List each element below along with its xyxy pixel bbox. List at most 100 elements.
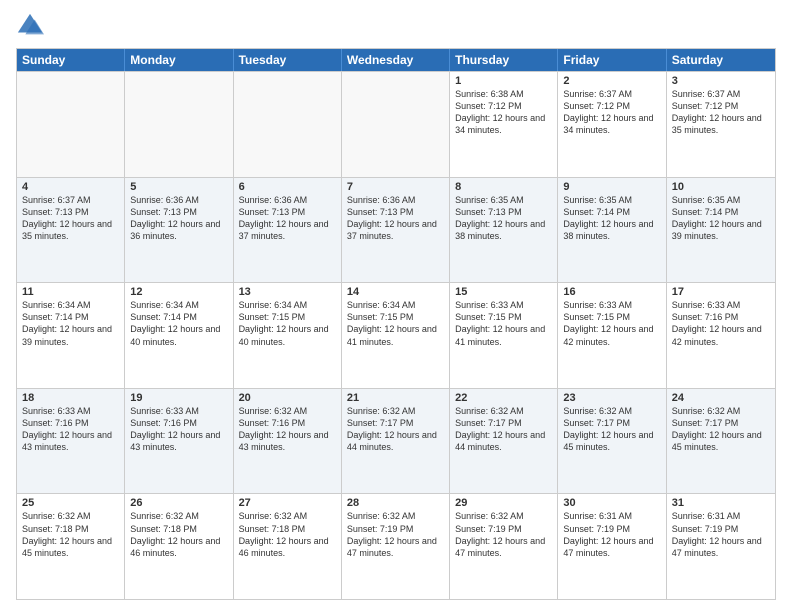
day-cell-12: 12Sunrise: 6:34 AMSunset: 7:14 PMDayligh… — [125, 283, 233, 388]
calendar-body: 1Sunrise: 6:38 AMSunset: 7:12 PMDaylight… — [17, 71, 775, 599]
day-cell-29: 29Sunrise: 6:32 AMSunset: 7:19 PMDayligh… — [450, 494, 558, 599]
day-cell-19: 19Sunrise: 6:33 AMSunset: 7:16 PMDayligh… — [125, 389, 233, 494]
day-info: Sunrise: 6:37 AMSunset: 7:13 PMDaylight:… — [22, 194, 119, 243]
day-cell-13: 13Sunrise: 6:34 AMSunset: 7:15 PMDayligh… — [234, 283, 342, 388]
day-cell-1: 1Sunrise: 6:38 AMSunset: 7:12 PMDaylight… — [450, 72, 558, 177]
day-cell-15: 15Sunrise: 6:33 AMSunset: 7:15 PMDayligh… — [450, 283, 558, 388]
header-day-saturday: Saturday — [667, 49, 775, 71]
day-number: 27 — [239, 497, 336, 509]
day-cell-26: 26Sunrise: 6:32 AMSunset: 7:18 PMDayligh… — [125, 494, 233, 599]
day-cell-30: 30Sunrise: 6:31 AMSunset: 7:19 PMDayligh… — [558, 494, 666, 599]
day-cell-23: 23Sunrise: 6:32 AMSunset: 7:17 PMDayligh… — [558, 389, 666, 494]
day-info: Sunrise: 6:34 AMSunset: 7:15 PMDaylight:… — [239, 299, 336, 348]
day-info: Sunrise: 6:37 AMSunset: 7:12 PMDaylight:… — [672, 88, 770, 137]
day-cell-28: 28Sunrise: 6:32 AMSunset: 7:19 PMDayligh… — [342, 494, 450, 599]
day-number: 20 — [239, 392, 336, 404]
day-cell-31: 31Sunrise: 6:31 AMSunset: 7:19 PMDayligh… — [667, 494, 775, 599]
day-info: Sunrise: 6:36 AMSunset: 7:13 PMDaylight:… — [130, 194, 227, 243]
day-info: Sunrise: 6:32 AMSunset: 7:17 PMDaylight:… — [455, 405, 552, 454]
header-day-sunday: Sunday — [17, 49, 125, 71]
day-info: Sunrise: 6:33 AMSunset: 7:15 PMDaylight:… — [455, 299, 552, 348]
day-info: Sunrise: 6:32 AMSunset: 7:19 PMDaylight:… — [455, 510, 552, 559]
day-info: Sunrise: 6:35 AMSunset: 7:13 PMDaylight:… — [455, 194, 552, 243]
day-number: 8 — [455, 181, 552, 193]
day-info: Sunrise: 6:34 AMSunset: 7:14 PMDaylight:… — [130, 299, 227, 348]
calendar-row-2: 11Sunrise: 6:34 AMSunset: 7:14 PMDayligh… — [17, 282, 775, 388]
day-cell-25: 25Sunrise: 6:32 AMSunset: 7:18 PMDayligh… — [17, 494, 125, 599]
day-number: 24 — [672, 392, 770, 404]
day-cell-6: 6Sunrise: 6:36 AMSunset: 7:13 PMDaylight… — [234, 178, 342, 283]
empty-cell — [342, 72, 450, 177]
day-number: 25 — [22, 497, 119, 509]
logo-icon — [16, 12, 44, 40]
empty-cell — [125, 72, 233, 177]
day-cell-8: 8Sunrise: 6:35 AMSunset: 7:13 PMDaylight… — [450, 178, 558, 283]
day-number: 30 — [563, 497, 660, 509]
day-info: Sunrise: 6:35 AMSunset: 7:14 PMDaylight:… — [672, 194, 770, 243]
day-info: Sunrise: 6:31 AMSunset: 7:19 PMDaylight:… — [672, 510, 770, 559]
header-day-monday: Monday — [125, 49, 233, 71]
day-number: 31 — [672, 497, 770, 509]
day-number: 21 — [347, 392, 444, 404]
header — [16, 12, 776, 40]
day-info: Sunrise: 6:34 AMSunset: 7:15 PMDaylight:… — [347, 299, 444, 348]
day-info: Sunrise: 6:32 AMSunset: 7:17 PMDaylight:… — [347, 405, 444, 454]
calendar-row-0: 1Sunrise: 6:38 AMSunset: 7:12 PMDaylight… — [17, 71, 775, 177]
logo — [16, 12, 48, 40]
day-number: 17 — [672, 286, 770, 298]
day-cell-4: 4Sunrise: 6:37 AMSunset: 7:13 PMDaylight… — [17, 178, 125, 283]
day-info: Sunrise: 6:32 AMSunset: 7:18 PMDaylight:… — [130, 510, 227, 559]
day-info: Sunrise: 6:32 AMSunset: 7:19 PMDaylight:… — [347, 510, 444, 559]
day-number: 22 — [455, 392, 552, 404]
day-number: 18 — [22, 392, 119, 404]
calendar-row-3: 18Sunrise: 6:33 AMSunset: 7:16 PMDayligh… — [17, 388, 775, 494]
header-day-friday: Friday — [558, 49, 666, 71]
day-cell-9: 9Sunrise: 6:35 AMSunset: 7:14 PMDaylight… — [558, 178, 666, 283]
day-cell-24: 24Sunrise: 6:32 AMSunset: 7:17 PMDayligh… — [667, 389, 775, 494]
empty-cell — [234, 72, 342, 177]
day-info: Sunrise: 6:37 AMSunset: 7:12 PMDaylight:… — [563, 88, 660, 137]
day-cell-18: 18Sunrise: 6:33 AMSunset: 7:16 PMDayligh… — [17, 389, 125, 494]
day-info: Sunrise: 6:33 AMSunset: 7:16 PMDaylight:… — [672, 299, 770, 348]
day-cell-3: 3Sunrise: 6:37 AMSunset: 7:12 PMDaylight… — [667, 72, 775, 177]
calendar-header: SundayMondayTuesdayWednesdayThursdayFrid… — [17, 49, 775, 71]
day-number: 2 — [563, 75, 660, 87]
day-number: 10 — [672, 181, 770, 193]
day-cell-16: 16Sunrise: 6:33 AMSunset: 7:15 PMDayligh… — [558, 283, 666, 388]
calendar-row-1: 4Sunrise: 6:37 AMSunset: 7:13 PMDaylight… — [17, 177, 775, 283]
day-number: 26 — [130, 497, 227, 509]
page: SundayMondayTuesdayWednesdayThursdayFrid… — [0, 0, 792, 612]
header-day-wednesday: Wednesday — [342, 49, 450, 71]
day-info: Sunrise: 6:32 AMSunset: 7:18 PMDaylight:… — [239, 510, 336, 559]
day-cell-14: 14Sunrise: 6:34 AMSunset: 7:15 PMDayligh… — [342, 283, 450, 388]
day-number: 23 — [563, 392, 660, 404]
day-number: 5 — [130, 181, 227, 193]
day-number: 14 — [347, 286, 444, 298]
day-info: Sunrise: 6:34 AMSunset: 7:14 PMDaylight:… — [22, 299, 119, 348]
day-info: Sunrise: 6:33 AMSunset: 7:16 PMDaylight:… — [22, 405, 119, 454]
day-info: Sunrise: 6:38 AMSunset: 7:12 PMDaylight:… — [455, 88, 552, 137]
day-number: 4 — [22, 181, 119, 193]
day-cell-22: 22Sunrise: 6:32 AMSunset: 7:17 PMDayligh… — [450, 389, 558, 494]
day-number: 19 — [130, 392, 227, 404]
day-cell-10: 10Sunrise: 6:35 AMSunset: 7:14 PMDayligh… — [667, 178, 775, 283]
day-number: 1 — [455, 75, 552, 87]
day-number: 7 — [347, 181, 444, 193]
day-info: Sunrise: 6:33 AMSunset: 7:16 PMDaylight:… — [130, 405, 227, 454]
day-info: Sunrise: 6:33 AMSunset: 7:15 PMDaylight:… — [563, 299, 660, 348]
day-cell-27: 27Sunrise: 6:32 AMSunset: 7:18 PMDayligh… — [234, 494, 342, 599]
day-cell-17: 17Sunrise: 6:33 AMSunset: 7:16 PMDayligh… — [667, 283, 775, 388]
day-cell-7: 7Sunrise: 6:36 AMSunset: 7:13 PMDaylight… — [342, 178, 450, 283]
day-info: Sunrise: 6:36 AMSunset: 7:13 PMDaylight:… — [347, 194, 444, 243]
day-number: 16 — [563, 286, 660, 298]
day-cell-11: 11Sunrise: 6:34 AMSunset: 7:14 PMDayligh… — [17, 283, 125, 388]
day-number: 15 — [455, 286, 552, 298]
day-info: Sunrise: 6:36 AMSunset: 7:13 PMDaylight:… — [239, 194, 336, 243]
day-cell-5: 5Sunrise: 6:36 AMSunset: 7:13 PMDaylight… — [125, 178, 233, 283]
day-cell-2: 2Sunrise: 6:37 AMSunset: 7:12 PMDaylight… — [558, 72, 666, 177]
day-number: 28 — [347, 497, 444, 509]
day-info: Sunrise: 6:35 AMSunset: 7:14 PMDaylight:… — [563, 194, 660, 243]
day-number: 13 — [239, 286, 336, 298]
day-number: 3 — [672, 75, 770, 87]
day-cell-20: 20Sunrise: 6:32 AMSunset: 7:16 PMDayligh… — [234, 389, 342, 494]
